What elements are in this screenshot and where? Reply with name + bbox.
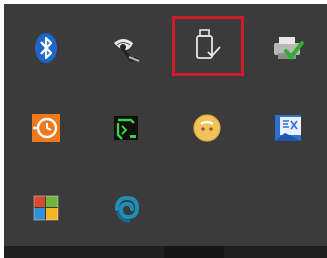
avg-antivirus-icon[interactable] [22, 184, 70, 232]
satellite-dish-icon[interactable] [102, 24, 150, 72]
ex-app-icon[interactable] [264, 104, 312, 152]
printer-check-icon[interactable] [264, 24, 312, 72]
orange-clock-icon[interactable] [22, 104, 70, 152]
yellow-smiley-icon[interactable] [183, 104, 231, 152]
taskbar-strip [4, 246, 327, 258]
blue-swirl-icon[interactable] [102, 184, 150, 232]
taskbar-segment [164, 246, 224, 258]
bluetooth-icon[interactable] [22, 24, 70, 72]
highlight-box [172, 16, 244, 76]
notification-tray-overflow [4, 4, 327, 258]
green-console-icon[interactable] [102, 104, 150, 152]
